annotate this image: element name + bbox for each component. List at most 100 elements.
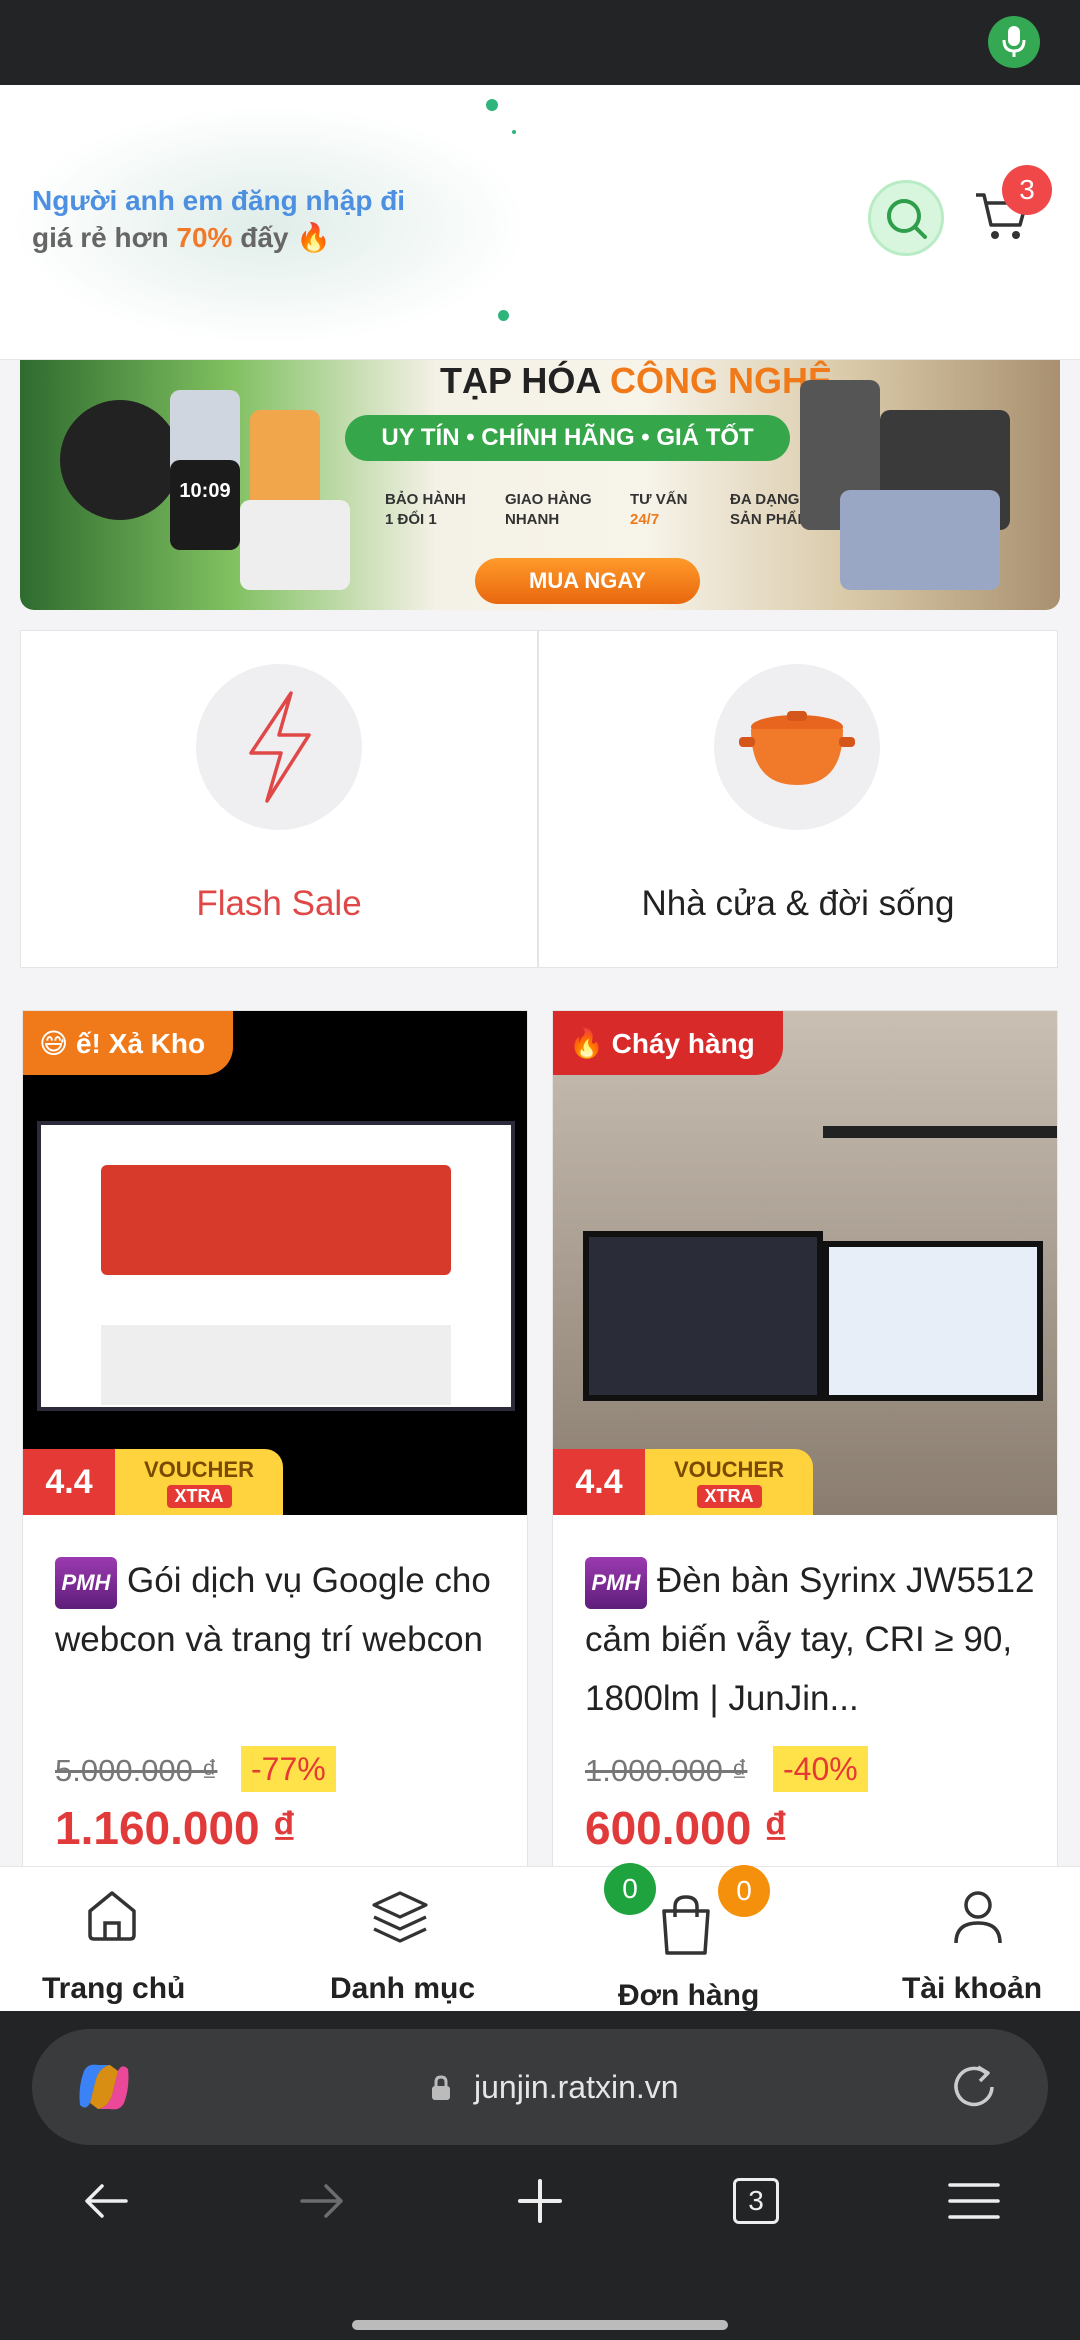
category-icon-circle	[714, 664, 880, 830]
menu-button[interactable]	[934, 2161, 1014, 2241]
category-icon-circle	[196, 664, 362, 830]
voucher-label: VOUCHER	[673, 1456, 784, 1482]
forward-button[interactable]	[282, 2161, 362, 2241]
banner-title: TẠP HÓA CÔNG NGHỆ	[440, 360, 832, 402]
product-title-text: Gói dịch vụ Google cho webcon và trang t…	[55, 1561, 491, 1659]
rating-badge: 4.4	[23, 1449, 115, 1515]
feature-support: TƯ VẤN 24/7	[630, 491, 688, 528]
lock-icon	[432, 2075, 450, 2100]
smartwatch-image: 10:09	[170, 460, 240, 550]
nav-account[interactable]: Tài khoản	[880, 1867, 1080, 2012]
original-price: 1.000.000 ₫	[585, 1753, 748, 1788]
lightning-icon	[249, 691, 311, 803]
menu-icon	[948, 2183, 1000, 2219]
reload-icon[interactable]	[948, 2061, 1000, 2113]
discount-percent: 70%	[176, 222, 233, 253]
nav-label: Đơn hàng	[618, 1979, 760, 2012]
product-title[interactable]: PMH Gói dịch vụ Google cho webcon và tran…	[55, 1551, 505, 1669]
nav-orders[interactable]: 0 0 Đơn hàng	[590, 1863, 790, 2012]
buy-now-button[interactable]: MUA NGAY	[475, 558, 700, 604]
discount-badge: -77%	[241, 1746, 336, 1792]
back-button[interactable]	[66, 2161, 146, 2241]
category-label: Flash Sale	[196, 884, 362, 923]
banner-title-part1: TẠP HÓA	[440, 360, 601, 401]
laptop-image	[840, 490, 1000, 590]
product-title-text: Đèn bàn Syrinx JW5512 cảm biến vẫy tay, …	[585, 1561, 1035, 1718]
product-tag: 😅 ế! Xả Kho	[23, 1011, 234, 1075]
feature-variety: ĐA DẠNG SẢN PHẨM	[730, 491, 811, 528]
home-icon	[88, 1891, 136, 1941]
feature-warranty: BẢO HÀNH 1 ĐỔI 1	[385, 491, 466, 528]
decor-dot	[498, 310, 509, 321]
user-icon	[954, 1891, 1002, 1944]
status-bar	[0, 0, 1080, 85]
browser-chrome: junjin.ratxin.vn 3	[0, 2011, 1080, 2340]
search-icon	[887, 199, 927, 239]
category-label: Nhà cửa & đời sống	[641, 884, 955, 923]
promo-banner[interactable]: 10:09 TẠP HÓA CÔNG NGHỆ UY TÍN • CHÍNH H…	[20, 360, 1060, 610]
thumbnail-products	[101, 1325, 451, 1405]
thumbnail-banner	[101, 1165, 451, 1275]
discount-badge: -40%	[773, 1746, 868, 1792]
rating-badge: 4.4	[553, 1449, 645, 1515]
nav-categories[interactable]: Danh mục	[300, 1867, 500, 2012]
feature-delivery: GIAO HÀNG NHANH	[505, 491, 592, 528]
cart-count-badge: 3	[1002, 165, 1052, 215]
decor-dot	[486, 99, 498, 111]
bottom-navigation: Trang chủ Danh mục 0 0 Đơn hàng Tài khoả…	[0, 1863, 1080, 2012]
product-title[interactable]: PMH Đèn bàn Syrinx JW5512 cảm biến vẫy ta…	[585, 1551, 1035, 1728]
brand-logo: PMH	[585, 1556, 647, 1609]
product-podium	[240, 500, 350, 590]
copilot-icon	[79, 2064, 129, 2110]
home-indicator[interactable]	[352, 2320, 728, 2330]
microphone-icon[interactable]	[988, 16, 1040, 68]
voucher-badge: VOUCHER XTRA	[115, 1449, 283, 1515]
nav-label: Tài khoản	[902, 1972, 1043, 2005]
monitor-right	[823, 1241, 1043, 1401]
decor-dot	[512, 130, 516, 134]
url-text: junjin.ratxin.vn	[474, 2069, 679, 2105]
product-card[interactable]: 🔥 Cháy hàng 4.4 VOUCHER XTRA PMH Đèn bàn …	[552, 1010, 1058, 1870]
pot-icon	[739, 711, 855, 785]
product-card[interactable]: 😅 ế! Xả Kho 4.4 VOUCHER XTRA PMH Gói dịch…	[22, 1010, 528, 1870]
banner-title-part2: CÔNG NGHỆ	[610, 360, 833, 401]
new-tab-button[interactable]	[500, 2161, 580, 2241]
monitor-left	[583, 1231, 823, 1401]
voucher-label: VOUCHER	[143, 1456, 254, 1482]
layers-icon	[372, 1891, 428, 1943]
back-arrow-icon	[85, 2184, 128, 2218]
nav-label: Danh mục	[330, 1972, 476, 2005]
product-image[interactable]	[553, 1011, 1057, 1515]
product-tag: 🔥 Cháy hàng	[553, 1011, 783, 1075]
address-bar[interactable]: junjin.ratxin.vn	[32, 2029, 1048, 2145]
shopping-bag-icon	[662, 1895, 710, 1955]
orders-badge-orange: 0	[718, 1865, 770, 1917]
orders-badge-green: 0	[604, 1863, 656, 1915]
plus-icon	[518, 2179, 562, 2223]
category-flash-sale[interactable]: Flash Sale	[20, 630, 538, 968]
screenshot-thumbnail	[37, 1121, 515, 1411]
nav-home[interactable]: Trang chủ	[0, 1867, 225, 2012]
tab-count-icon: 3	[733, 2178, 779, 2224]
sale-price: 1.160.000 ₫	[55, 1802, 297, 1854]
product-image[interactable]	[23, 1011, 527, 1515]
login-prompt-line2[interactable]: giá rẻ hơn 70% đấy 🔥	[32, 221, 331, 254]
search-button[interactable]	[868, 180, 944, 256]
headphones-image	[60, 400, 180, 520]
brand-logo: PMH	[55, 1556, 117, 1609]
tab-count: 3	[748, 2185, 764, 2216]
nav-label: Trang chủ	[42, 1972, 186, 2005]
login-prompt-suffix: đấy 🔥	[240, 222, 332, 253]
login-prompt-line1[interactable]: Người anh em đăng nhập đi	[32, 185, 405, 217]
category-home-living[interactable]: Nhà cửa & đời sống	[538, 630, 1058, 968]
login-prompt-text: giá rẻ hơn	[32, 222, 169, 253]
tabs-button[interactable]: 3	[716, 2161, 796, 2241]
forward-arrow-icon	[300, 2184, 343, 2218]
lamp-bar	[823, 1126, 1057, 1138]
sale-price: 600.000 ₫	[585, 1802, 788, 1854]
voucher-xtra: XTRA	[696, 1484, 762, 1508]
voucher-badge: VOUCHER XTRA	[645, 1449, 813, 1515]
site-header: Người anh em đăng nhập đi giá rẻ hơn 70%…	[0, 85, 1080, 360]
banner-trust-pill: UY TÍN • CHÍNH HÃNG • GIÁ TỐT	[345, 415, 790, 461]
voucher-xtra: XTRA	[166, 1484, 232, 1508]
